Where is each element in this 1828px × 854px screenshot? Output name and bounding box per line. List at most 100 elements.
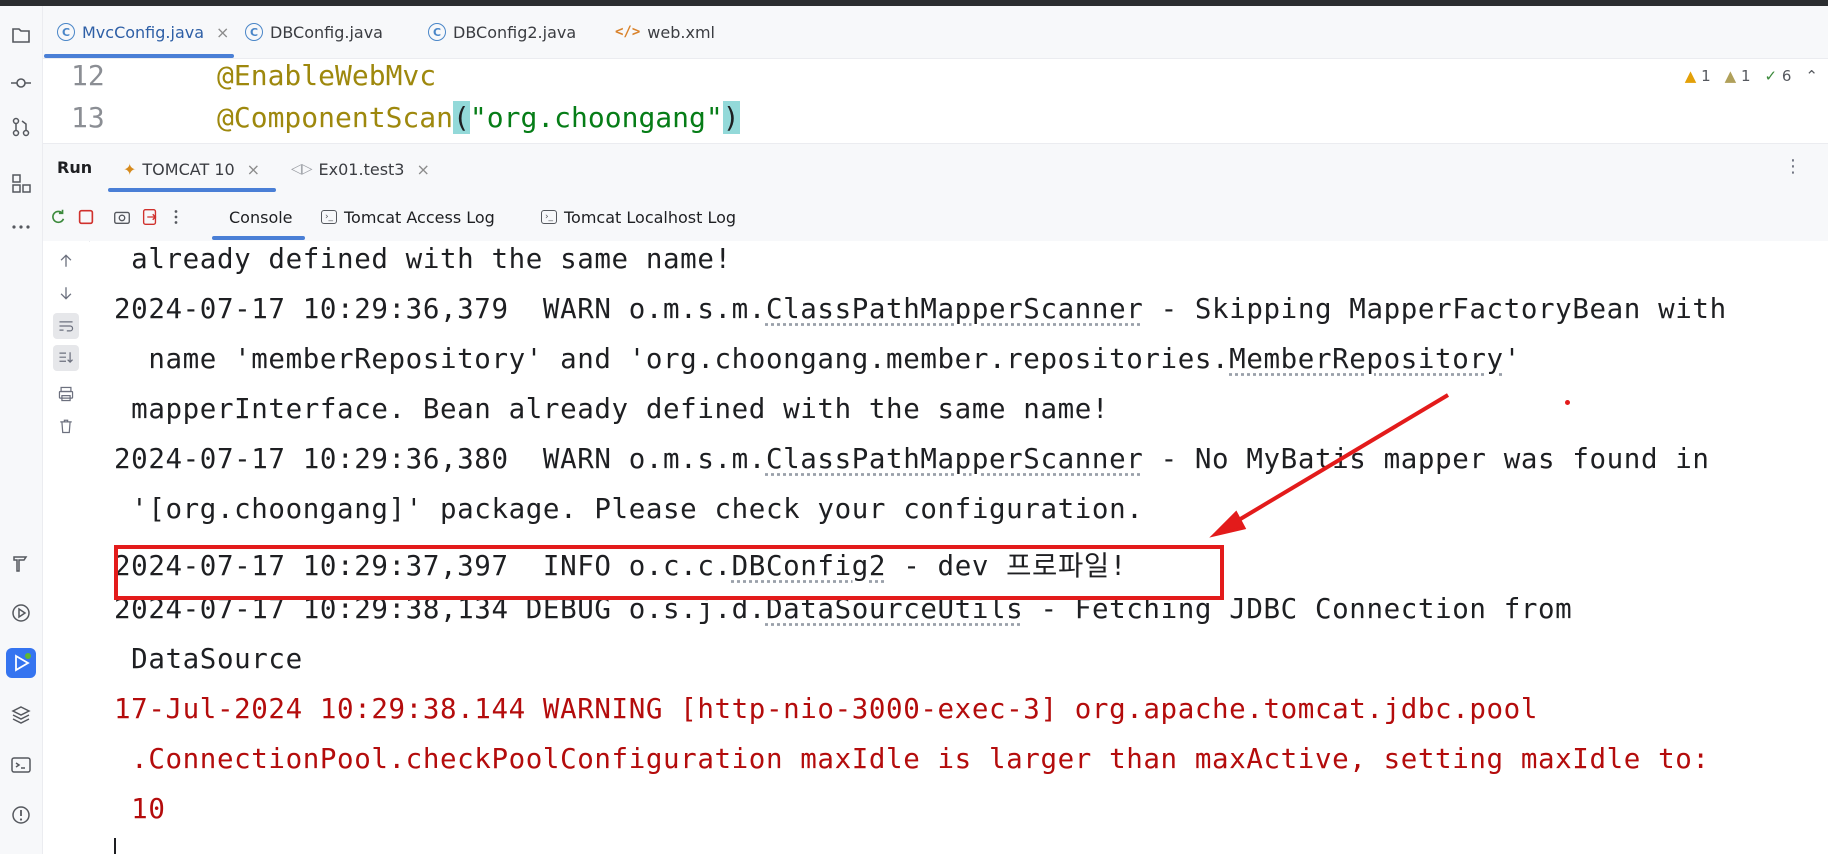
- tab-label: MvcConfig.java: [82, 22, 205, 42]
- tab-web-xml[interactable]: </> web.xml: [615, 6, 715, 58]
- console-line: 2024-07-17 10:29:36,380 WARN o.m.s.m.Cla…: [114, 443, 1710, 475]
- tool-window-stripe: [0, 6, 43, 854]
- tab-tomcat-access-log[interactable]: ›_ Tomcat Access Log: [321, 193, 495, 241]
- chevron-up-icon[interactable]: ⌃: [1805, 67, 1818, 85]
- terminal-icon[interactable]: [6, 750, 36, 780]
- log-message: name 'memberRepository' and 'org.choonga…: [114, 343, 1230, 375]
- tab-tomcat-localhost-log[interactable]: ›_ Tomcat Localhost Log: [541, 193, 736, 241]
- console-tab-label: Tomcat Access Log: [344, 207, 495, 227]
- screenshot-icon[interactable]: [111, 206, 133, 228]
- log-prefix: 2024-07-17 10:29:36,380 WARN o.m.s.m.: [114, 443, 766, 475]
- editor-tab-bar: C MvcConfig.java × C DBConfig.java C DBC…: [43, 6, 1828, 59]
- pull-requests-icon[interactable]: [6, 112, 36, 142]
- typo-check-icon: ✓: [1764, 67, 1778, 85]
- annotation: @EnableWebMvc: [217, 59, 437, 92]
- code-text: @ComponentScan("org.choongang"): [217, 101, 740, 134]
- log-message: - No MyBatis mapper was found in: [1143, 443, 1710, 475]
- run-tab-tomcat[interactable]: ✦ TOMCAT 10 ×: [123, 144, 260, 194]
- class-icon: C: [57, 23, 75, 41]
- test-icon: ◁▷: [291, 161, 313, 177]
- console-line: 2024-07-17 10:29:36,379 WARN o.m.s.m.Cla…: [114, 293, 1727, 325]
- log-message: - Skipping MapperFactoryBean with: [1143, 293, 1727, 325]
- run-tab-label: TOMCAT 10: [142, 159, 235, 179]
- print-icon[interactable]: [53, 381, 79, 407]
- tab-console[interactable]: Console: [229, 193, 293, 241]
- code-editor[interactable]: 12 @EnableWebMvc 13 @ComponentScan("org.…: [43, 59, 1828, 143]
- class-icon: C: [428, 23, 446, 41]
- weak-warning-count: ▲ 1: [1725, 67, 1751, 85]
- build-hammer-icon[interactable]: [6, 548, 36, 578]
- class-link[interactable]: ClassPathMapperScanner: [766, 443, 1143, 475]
- soft-wrap-icon[interactable]: [53, 313, 79, 339]
- run-tab-test[interactable]: ◁▷ Ex01.test3 ×: [291, 144, 430, 194]
- run-panel-header: Run ✦ TOMCAT 10 × ◁▷ Ex01.test3 × ⋮: [43, 143, 1828, 195]
- log-message: ': [1503, 343, 1521, 375]
- inspection-widget[interactable]: ▲ 1 ▲ 1 ✓ 6 ⌃: [1685, 67, 1818, 85]
- warning-icon: ▲: [1684, 67, 1697, 85]
- warning-count-value: 1: [1701, 67, 1711, 85]
- close-icon[interactable]: ×: [247, 160, 260, 179]
- console-line: name 'memberRepository' and 'org.choonga…: [114, 343, 1521, 375]
- more-vertical-icon[interactable]: [165, 206, 187, 228]
- services-icon[interactable]: [6, 598, 36, 628]
- console-line-error: 10: [114, 793, 166, 825]
- highlight-box: [114, 545, 1224, 600]
- line-number: 12: [71, 59, 105, 92]
- rerun-icon[interactable]: [47, 206, 69, 228]
- layers-icon[interactable]: [6, 700, 36, 730]
- console-line-error: 17-Jul-2024 10:29:38.144 WARNING [http-n…: [114, 693, 1538, 725]
- string-literal: "org.choongang": [469, 101, 723, 134]
- tab-label: web.xml: [647, 22, 715, 42]
- annotation: @ComponentScan: [217, 101, 454, 134]
- log-icon: ›_: [321, 210, 337, 224]
- console-line: '[org.choongang]' package. Please check …: [114, 493, 1144, 525]
- tomcat-icon: ✦: [123, 159, 137, 179]
- tab-mvcconfig[interactable]: C MvcConfig.java ×: [57, 6, 229, 58]
- tab-dbconfig2[interactable]: C DBConfig2.java: [428, 6, 576, 58]
- arrow-down-icon[interactable]: [53, 280, 79, 306]
- typo-count-value: 6: [1781, 67, 1792, 85]
- run-tool-icon[interactable]: [6, 648, 36, 678]
- more-tools-icon[interactable]: [6, 212, 36, 242]
- tab-label: DBConfig2.java: [453, 22, 577, 42]
- close-icon[interactable]: ×: [416, 160, 429, 179]
- paren-close: ): [722, 101, 740, 134]
- annotation-dot: [1565, 400, 1570, 405]
- scroll-to-end-icon[interactable]: [53, 345, 79, 371]
- console-tab-label: Tomcat Localhost Log: [564, 207, 737, 227]
- warning-count: ▲ 1: [1685, 67, 1711, 85]
- class-link[interactable]: ClassPathMapperScanner: [766, 293, 1143, 325]
- weak-warning-icon: ▲: [1724, 67, 1737, 85]
- commit-icon[interactable]: [6, 68, 36, 98]
- text-caret: [114, 838, 116, 854]
- class-link[interactable]: MemberRepository: [1229, 343, 1504, 375]
- trash-icon[interactable]: [53, 413, 79, 439]
- console-gutter: [43, 241, 89, 854]
- console-line-error: .ConnectionPool.checkPoolConfiguration m…: [114, 743, 1710, 775]
- paren-open: (: [453, 101, 470, 134]
- line-number: 13: [71, 101, 105, 134]
- xml-icon: </>: [615, 24, 641, 40]
- problems-icon[interactable]: [6, 800, 36, 830]
- console-line: already defined with the same name!: [114, 243, 732, 275]
- exit-icon[interactable]: [139, 206, 161, 228]
- structure-icon[interactable]: [6, 168, 36, 198]
- console-toolbar: Console ›_ Tomcat Access Log ›_ Tomcat L…: [43, 193, 1828, 242]
- options-menu-icon[interactable]: ⋮: [1784, 156, 1802, 177]
- stop-icon[interactable]: [75, 206, 97, 228]
- tab-label: DBConfig.java: [270, 22, 383, 42]
- console-line: DataSource: [114, 643, 303, 675]
- code-line: 13 @ComponentScan("org.choongang"): [43, 101, 1828, 143]
- tab-dbconfig[interactable]: C DBConfig.java: [245, 6, 383, 58]
- run-panel-title: Run: [57, 158, 93, 177]
- arrow-up-icon[interactable]: [53, 248, 79, 274]
- active-tab-indicator: [44, 54, 234, 58]
- run-tab-label: Ex01.test3: [318, 159, 405, 179]
- log-prefix: 2024-07-17 10:29:36,379 WARN o.m.s.m.: [114, 293, 766, 325]
- active-console-tab-indicator: [212, 236, 305, 240]
- class-icon: C: [245, 23, 263, 41]
- typo-count: ✓ 6: [1765, 67, 1792, 85]
- active-run-tab-indicator: [108, 188, 276, 192]
- close-icon[interactable]: ×: [216, 23, 229, 42]
- project-folder-icon[interactable]: [6, 20, 36, 50]
